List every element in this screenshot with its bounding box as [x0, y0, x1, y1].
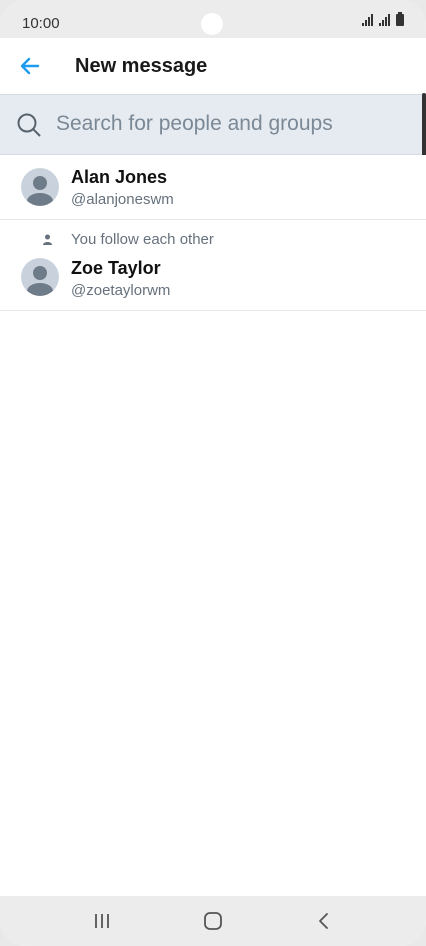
- back-button[interactable]: [16, 52, 44, 80]
- signal-icon: [379, 14, 390, 26]
- page-title: New message: [75, 55, 208, 77]
- home-button[interactable]: [200, 908, 226, 934]
- status-icons: [362, 12, 404, 26]
- recent-apps-icon: [95, 914, 109, 928]
- camera-cutout: [201, 13, 223, 35]
- home-icon: [204, 912, 222, 930]
- back-icon: [319, 913, 328, 929]
- contact-row-zoe-taylor[interactable]: You follow each other Zoe Taylor @zoetay…: [0, 220, 426, 311]
- person-icon: [43, 234, 52, 245]
- contact-name: Alan Jones: [71, 167, 168, 187]
- arrow-left-icon: [20, 57, 40, 75]
- contact-row-alan-jones[interactable]: Alan Jones @alanjoneswm: [0, 155, 426, 220]
- search-bar[interactable]: [0, 94, 426, 155]
- contact-handle: @zoetaylorwm: [71, 282, 171, 299]
- system-nav-bar: [0, 896, 426, 946]
- status-time: 10:00: [22, 15, 60, 32]
- contact-name: Zoe Taylor: [71, 258, 161, 278]
- default-avatar-icon: [27, 266, 53, 296]
- signal-icon: [362, 14, 373, 26]
- default-avatar-icon: [27, 176, 53, 206]
- avatar: [21, 258, 59, 296]
- app-bar: New message: [0, 38, 426, 94]
- search-icon: [17, 113, 41, 137]
- recent-apps-button[interactable]: [89, 908, 115, 934]
- search-input[interactable]: [56, 107, 406, 141]
- contact-handle: @alanjoneswm: [71, 191, 174, 208]
- back-nav-button[interactable]: [311, 908, 337, 934]
- avatar: [21, 168, 59, 206]
- phone-screen: 10:00 New message Alan Jo: [0, 0, 426, 946]
- status-bar: 10:00: [0, 0, 426, 38]
- battery-icon: [396, 12, 404, 26]
- follow-context: You follow each other: [71, 231, 214, 248]
